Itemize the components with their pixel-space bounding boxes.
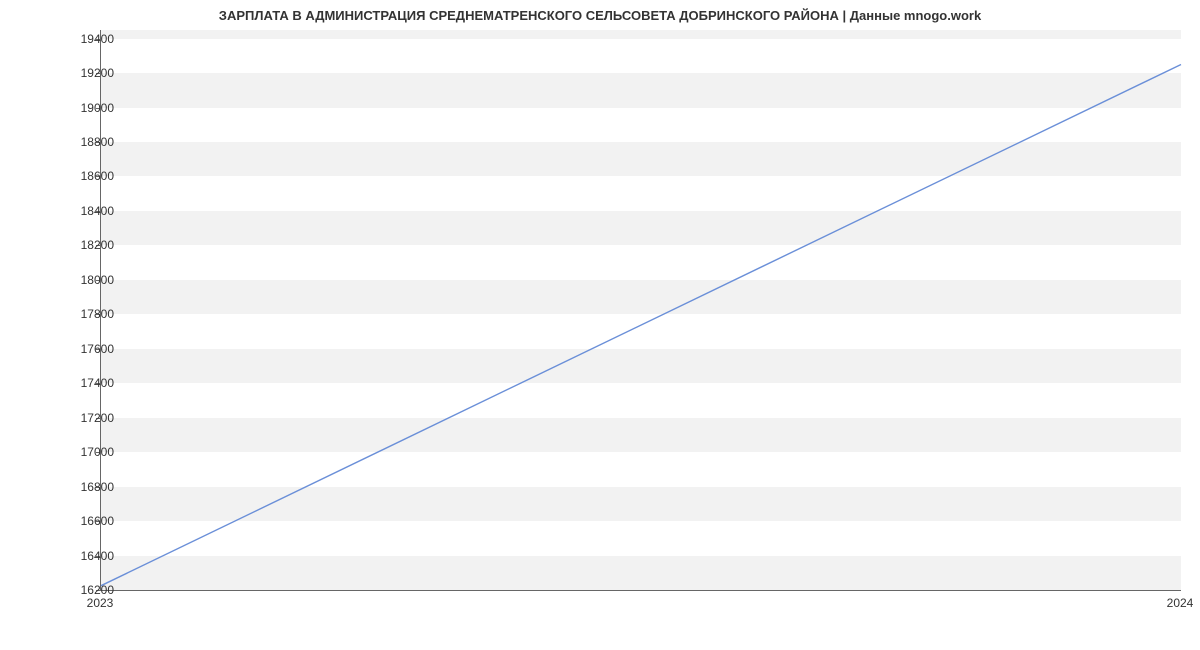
x-tick-label: 2024 xyxy=(1167,596,1194,610)
y-tick-label: 16400 xyxy=(54,549,114,563)
y-tick-label: 17200 xyxy=(54,411,114,425)
y-tick-label: 16800 xyxy=(54,480,114,494)
line-series xyxy=(101,30,1181,590)
y-tick-label: 16600 xyxy=(54,514,114,528)
y-tick-label: 17000 xyxy=(54,445,114,459)
y-tick-label: 17800 xyxy=(54,307,114,321)
y-tick-label: 18800 xyxy=(54,135,114,149)
data-line xyxy=(101,64,1181,585)
y-tick-label: 18200 xyxy=(54,238,114,252)
y-tick-label: 18600 xyxy=(54,169,114,183)
chart-title: ЗАРПЛАТА В АДМИНИСТРАЦИЯ СРЕДНЕМАТРЕНСКО… xyxy=(0,8,1200,23)
y-tick-label: 17600 xyxy=(54,342,114,356)
y-tick-label: 19000 xyxy=(54,101,114,115)
y-tick-label: 19200 xyxy=(54,66,114,80)
y-tick-label: 18400 xyxy=(54,204,114,218)
y-tick-label: 19400 xyxy=(54,32,114,46)
y-tick-label: 18000 xyxy=(54,273,114,287)
plot-area xyxy=(100,30,1181,591)
y-tick-label: 16200 xyxy=(54,583,114,597)
x-tick-label: 2023 xyxy=(87,596,114,610)
y-tick-label: 17400 xyxy=(54,376,114,390)
chart-container: ЗАРПЛАТА В АДМИНИСТРАЦИЯ СРЕДНЕМАТРЕНСКО… xyxy=(0,0,1200,650)
